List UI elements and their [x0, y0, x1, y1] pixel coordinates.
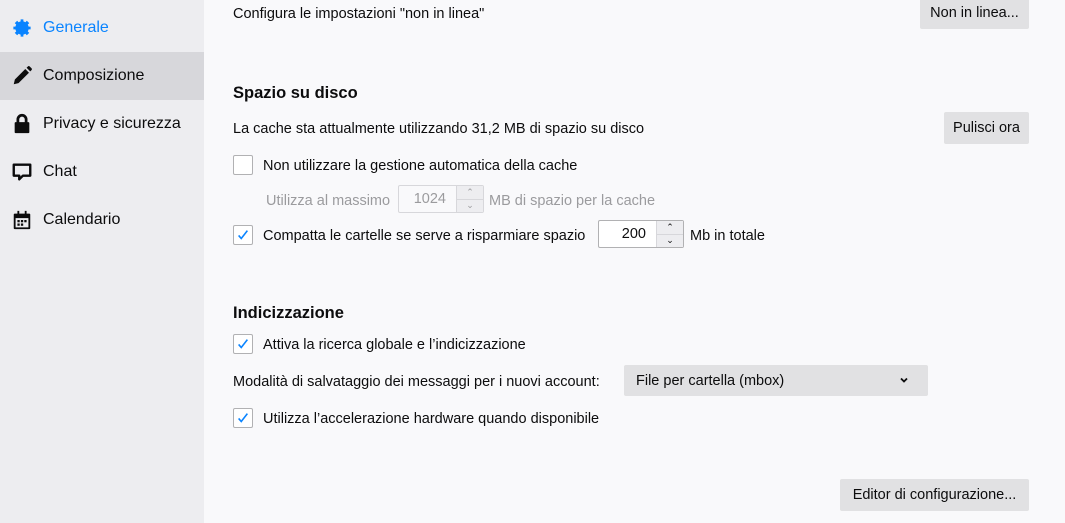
compact-threshold-input[interactable]: 200 ⌃ ⌄: [598, 220, 684, 248]
offline-settings-button[interactable]: Non in linea...: [920, 0, 1029, 29]
chevron-down-icon: [900, 377, 908, 383]
sidebar-item-chat[interactable]: Chat: [0, 148, 204, 196]
store-type-label: Modalità di salvataggio dei messaggi per…: [233, 374, 600, 390]
calendar-icon: [10, 208, 34, 232]
checkmark-icon: [238, 339, 248, 349]
sidebar-item-label: Privacy e sicurezza: [43, 115, 181, 132]
max-cache-input[interactable]: 1024 ⌃ ⌄: [398, 185, 484, 213]
pencil-icon: [10, 64, 34, 88]
spin-down-icon[interactable]: ⌄: [657, 233, 683, 247]
global-search-checkbox[interactable]: [233, 334, 253, 354]
sidebar-item-label: Chat: [43, 163, 77, 180]
compact-folders-label[interactable]: Compatta le cartelle se serve a risparmi…: [263, 227, 585, 245]
lock-icon: [10, 112, 34, 136]
sidebar-item-composizione[interactable]: Composizione: [0, 52, 204, 100]
config-editor-button[interactable]: Editor di configurazione...: [840, 479, 1029, 511]
spin-down-icon[interactable]: ⌄: [457, 198, 483, 212]
sidebar: Generale Composizione Privacy e sicurezz…: [0, 0, 204, 523]
gear-icon: [10, 16, 34, 40]
disk-space-heading: Spazio su disco: [233, 84, 358, 102]
compact-folders-checkbox[interactable]: [233, 225, 253, 245]
checkmark-icon: [238, 413, 248, 423]
hw-accel-checkbox[interactable]: [233, 408, 253, 428]
compact-threshold-suffix: Mb in totale: [690, 228, 765, 244]
store-type-select[interactable]: File per cartella (mbox): [624, 365, 928, 396]
spin-up-icon[interactable]: ⌃: [657, 221, 683, 234]
max-cache-prefix: Utilizza al massimo: [266, 193, 391, 209]
override-cache-label[interactable]: Non utilizzare la gestione automatica de…: [263, 157, 577, 175]
max-cache-suffix: MB di spazio per la cache: [489, 193, 656, 209]
indexing-heading: Indicizzazione: [233, 304, 344, 322]
override-cache-checkbox[interactable]: [233, 155, 253, 175]
global-search-label[interactable]: Attiva la ricerca globale e l’indicizzaz…: [263, 336, 526, 354]
sidebar-item-calendario[interactable]: Calendario: [0, 196, 204, 244]
sidebar-item-generale[interactable]: Generale: [0, 4, 204, 52]
clear-cache-button[interactable]: Pulisci ora: [944, 112, 1029, 144]
cache-usage-text: La cache sta attualmente utilizzando 31,…: [233, 121, 645, 137]
sidebar-item-label: Composizione: [43, 67, 145, 84]
hw-accel-label[interactable]: Utilizza l’accelerazione hardware quando…: [263, 410, 599, 428]
chat-icon: [10, 160, 34, 184]
sidebar-item-label: Generale: [43, 19, 109, 36]
checkmark-icon: [238, 230, 248, 240]
sidebar-item-privacy[interactable]: Privacy e sicurezza: [0, 100, 204, 148]
preferences-content: Configura le impostazioni "non in linea"…: [204, 0, 1065, 523]
offline-settings-label: Configura le impostazioni "non in linea": [233, 6, 485, 22]
spin-up-icon[interactable]: ⌃: [457, 186, 483, 199]
sidebar-item-label: Calendario: [43, 211, 121, 228]
